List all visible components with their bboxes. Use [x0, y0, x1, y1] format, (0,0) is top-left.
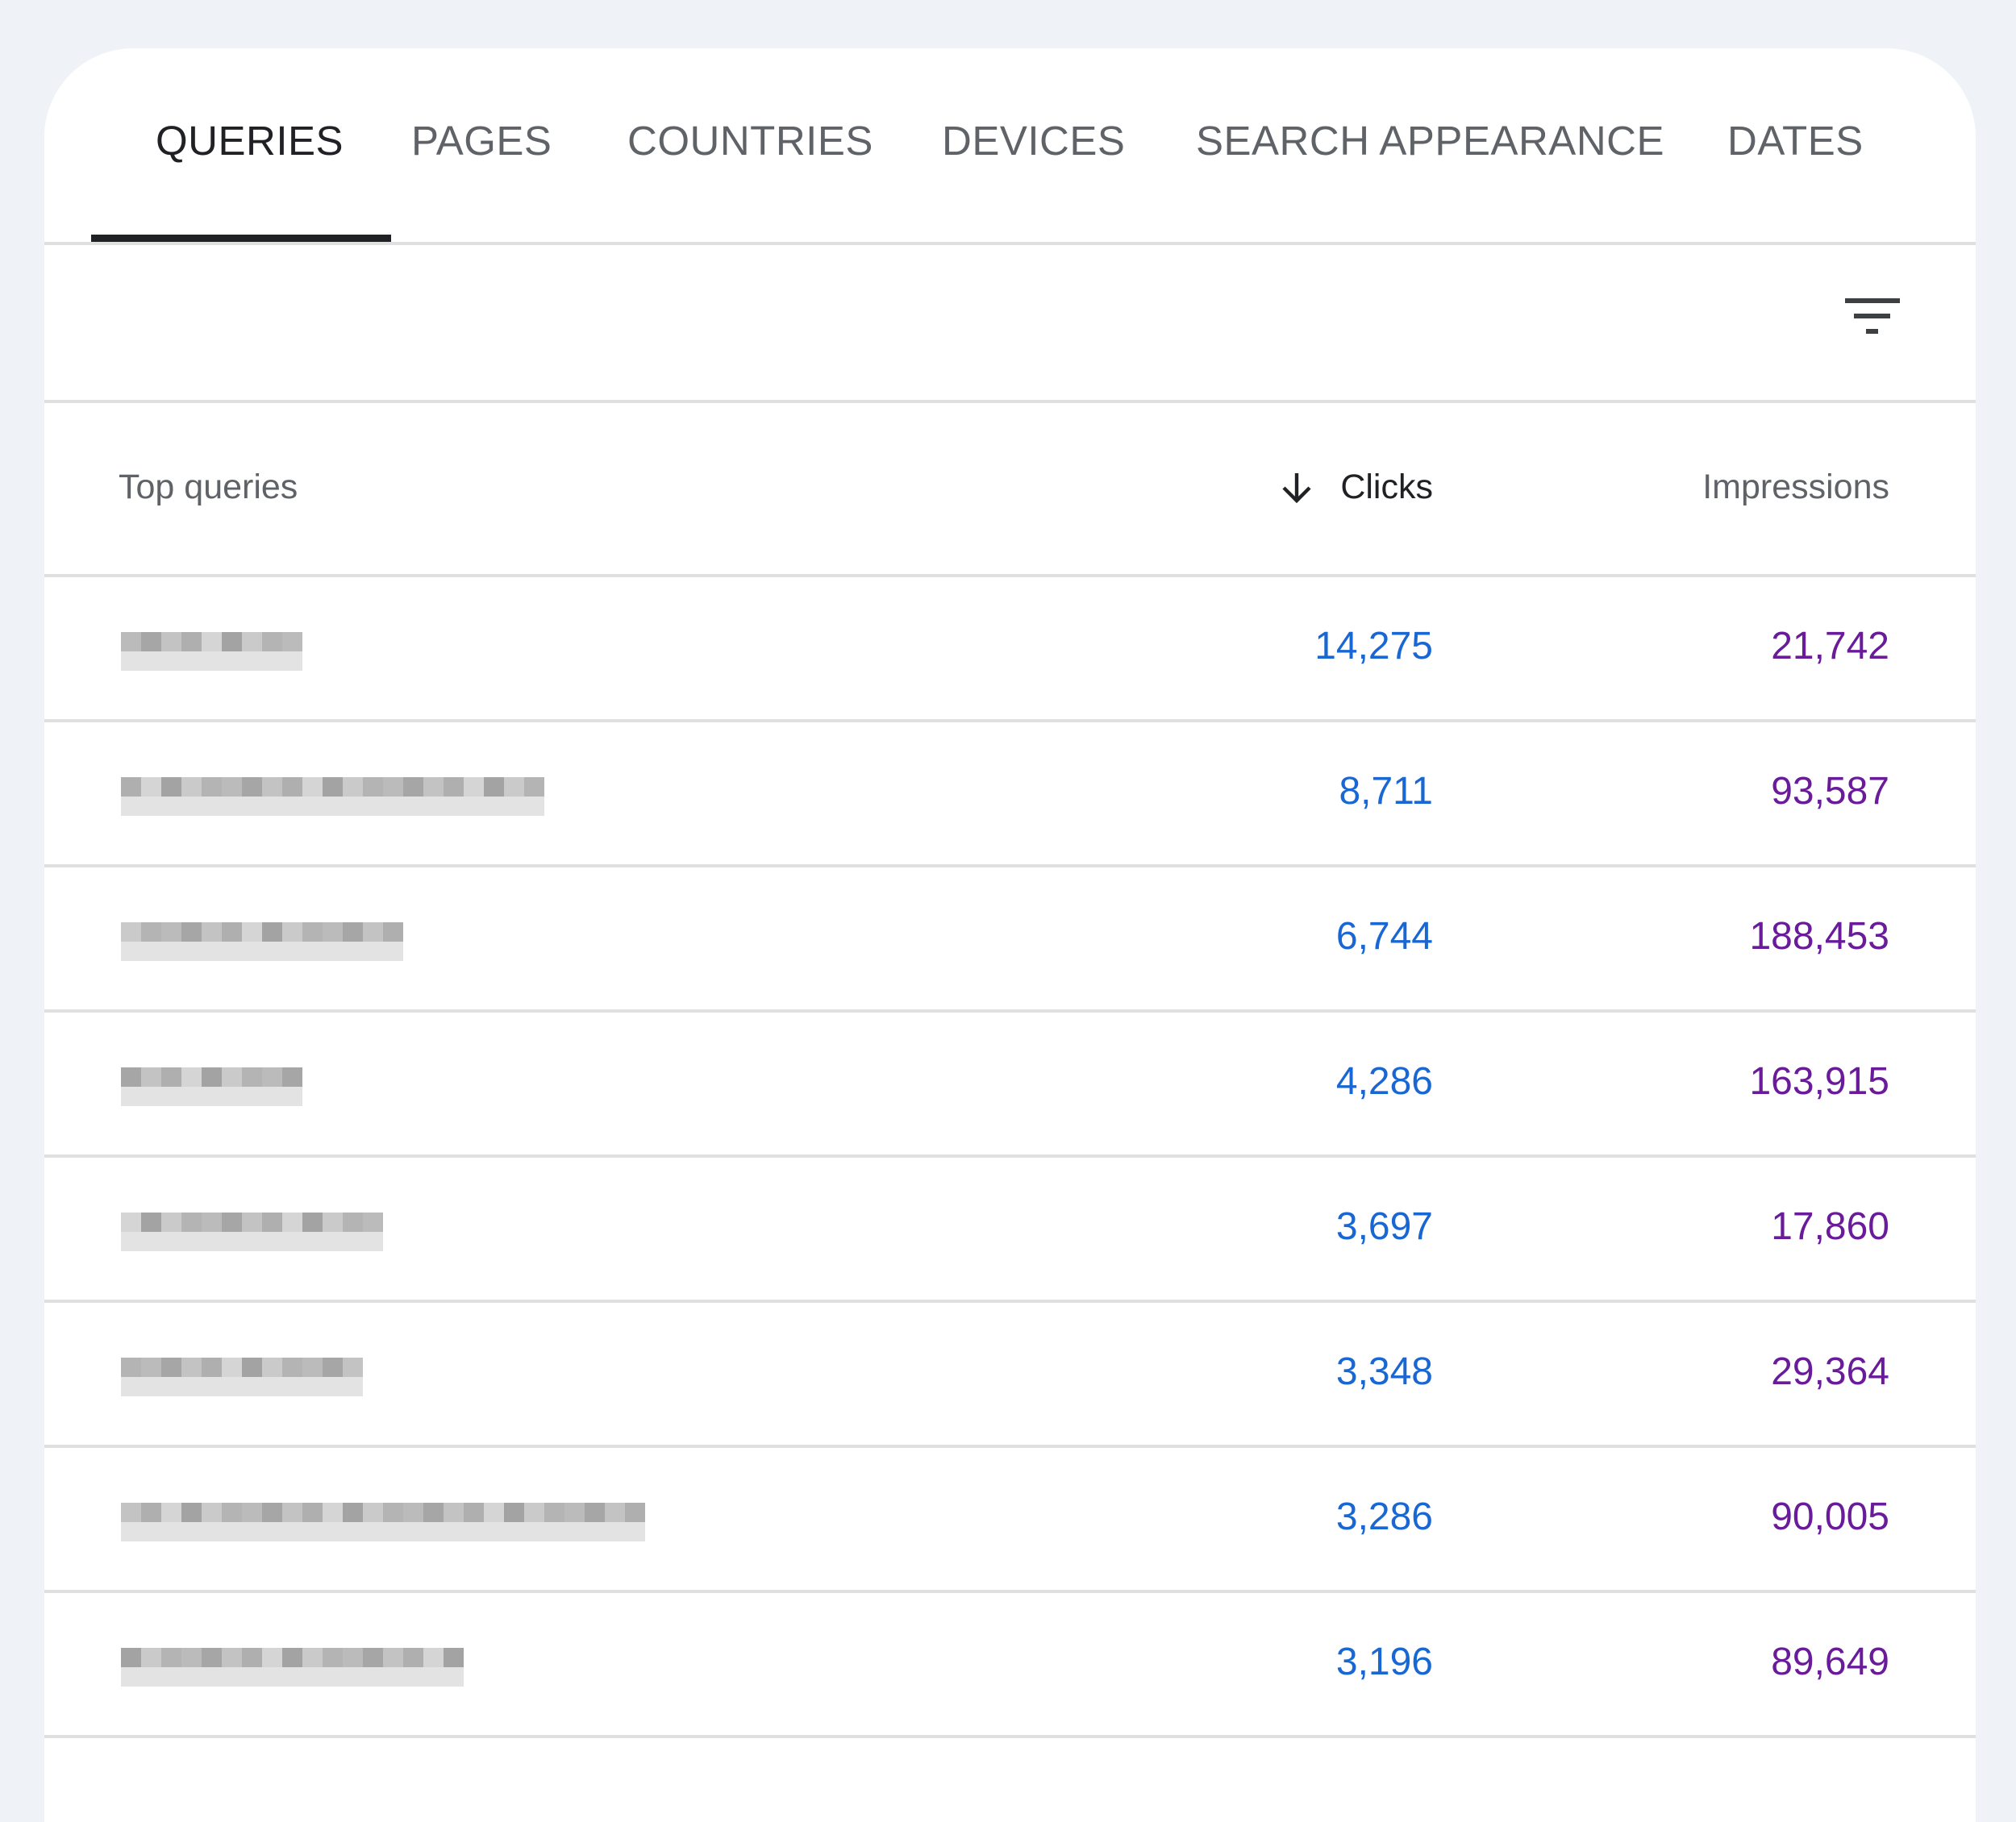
- table-row[interactable]: 3,348 29,364: [44, 1303, 1976, 1448]
- performance-card: QUERIES PAGES COUNTRIES DEVICES SEARCH A…: [44, 48, 1976, 1822]
- impressions-value: 163,915: [1749, 1060, 1889, 1103]
- table-row[interactable]: 4,286 163,915: [44, 1013, 1976, 1158]
- impressions-value: 93,587: [1771, 770, 1889, 813]
- tab-queries[interactable]: QUERIES: [156, 117, 344, 164]
- table-header: Top queries Clicks Impressions: [44, 403, 1976, 577]
- column-header-top-queries: Top queries: [119, 468, 298, 506]
- clicks-value: 6,744: [1335, 915, 1433, 958]
- table-body: 14,275 21,742 8,711 93,587 6,744 188,453 4,286…: [44, 577, 1976, 1738]
- clicks-value: 3,697: [1335, 1205, 1433, 1248]
- clicks-value: 4,286: [1335, 1060, 1433, 1103]
- table-row[interactable]: 6,744 188,453: [44, 867, 1976, 1013]
- tab-pages[interactable]: PAGES: [411, 117, 552, 164]
- impressions-value: 90,005: [1771, 1495, 1889, 1538]
- tab-search-appearance[interactable]: SEARCH APPEARANCE: [1196, 117, 1664, 164]
- clicks-value: 3,196: [1335, 1641, 1433, 1683]
- clicks-value: 3,348: [1335, 1350, 1433, 1393]
- clicks-value: 3,286: [1335, 1495, 1433, 1538]
- impressions-value: 21,742: [1771, 625, 1889, 668]
- table-row[interactable]: 8,711 93,587: [44, 722, 1976, 867]
- impressions-value: 17,860: [1771, 1205, 1889, 1248]
- active-tab-indicator: [91, 235, 391, 242]
- tab-devices[interactable]: DEVICES: [942, 117, 1125, 164]
- impressions-value: 29,364: [1771, 1350, 1889, 1393]
- tab-countries[interactable]: COUNTRIES: [627, 117, 873, 164]
- filter-toolbar: [44, 245, 1976, 403]
- filter-list-icon[interactable]: [1845, 292, 1901, 337]
- table-row[interactable]: 3,196 89,649: [44, 1593, 1976, 1738]
- table-row[interactable]: 14,275 21,742: [44, 577, 1976, 722]
- impressions-value: 188,453: [1749, 915, 1889, 958]
- tab-dates[interactable]: DATES: [1727, 117, 1864, 164]
- clicks-value: 14,275: [1314, 625, 1433, 668]
- clicks-value: 8,711: [1339, 770, 1433, 813]
- tab-bar: QUERIES PAGES COUNTRIES DEVICES SEARCH A…: [44, 48, 1976, 245]
- table-row[interactable]: 3,286 90,005: [44, 1448, 1976, 1593]
- arrow-down-icon: [1282, 472, 1311, 503]
- column-header-impressions[interactable]: Impressions: [1702, 468, 1889, 507]
- table-row[interactable]: 3,697 17,860: [44, 1158, 1976, 1303]
- column-header-clicks-label: Clicks: [1340, 468, 1433, 506]
- column-header-clicks[interactable]: Clicks: [1277, 468, 1433, 507]
- impressions-value: 89,649: [1771, 1641, 1889, 1683]
